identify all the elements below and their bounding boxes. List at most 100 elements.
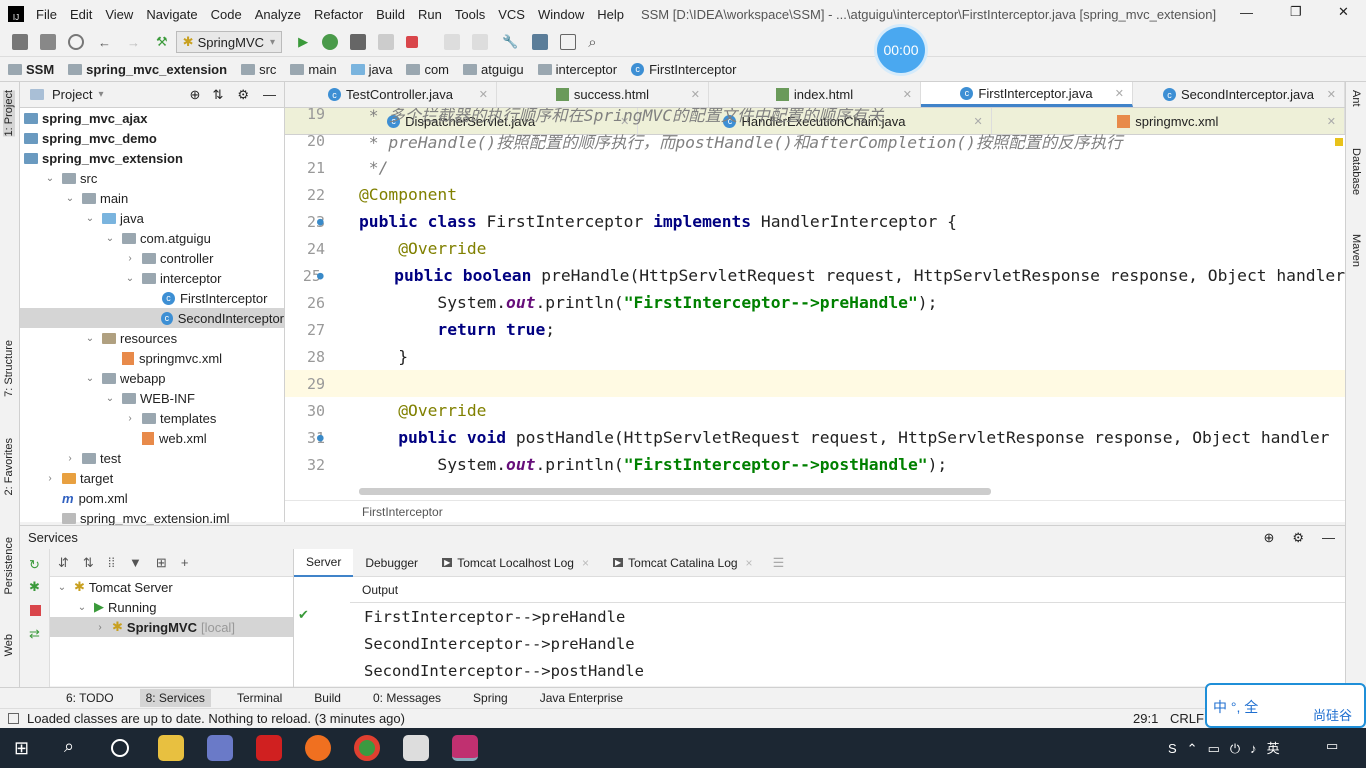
chevron-down-icon[interactable]: ⌄ [84, 213, 96, 224]
collapse-all-icon[interactable]: ⇅ [212, 87, 223, 103]
chevron-down-icon[interactable]: ⌄ [84, 333, 96, 344]
add-icon[interactable]: + [181, 555, 189, 570]
menu-icon[interactable]: ☰ [773, 555, 785, 571]
breadcrumb-item[interactable]: c FirstInterceptor [631, 62, 737, 77]
locate-icon[interactable]: ⊕ [190, 87, 201, 103]
tree-item[interactable]: ⌄ WEB-INF [20, 388, 284, 408]
run-icon[interactable]: ▶ [298, 34, 308, 50]
close-icon[interactable]: × [746, 556, 753, 570]
gear-icon[interactable]: ⚙ [237, 87, 249, 103]
debug-icon[interactable]: ✱ [29, 579, 49, 595]
implements-gutter-icon[interactable]: ● [317, 215, 324, 228]
tab-firstinterceptor-java[interactable]: c FirstInterceptor.java ✕ [921, 82, 1133, 107]
tree-item[interactable]: ⌄ resources [20, 328, 284, 348]
code-line[interactable]: 27 return true; [285, 316, 1345, 343]
tree-item[interactable]: ⌄ com.atguigu [20, 228, 284, 248]
save-icon[interactable] [40, 34, 56, 50]
code-line[interactable]: 22 @Component [285, 181, 1345, 208]
intellij-taskbar-icon[interactable] [452, 735, 478, 761]
typora-icon[interactable] [403, 735, 429, 761]
ime-toolbar[interactable]: 中 °, 全 尚硅谷 [1205, 683, 1366, 728]
menu-code[interactable]: Code [211, 7, 242, 22]
tree-running[interactable]: ⌄ ▶ Running [50, 597, 293, 617]
menu-build[interactable]: Build [376, 7, 405, 22]
code-line[interactable]: 28 } [285, 343, 1345, 370]
windows-start-icon[interactable]: ⊞ [14, 738, 29, 759]
terminal-window-icon[interactable] [560, 34, 577, 50]
close-icon[interactable]: × [582, 556, 589, 570]
code-area[interactable]: 19 * 多个拦截器的执行顺序和在SpringMVC的配置文件中配置的顺序有关 2… [285, 108, 1345, 473]
tree-item[interactable]: springmvc.xml [20, 348, 284, 368]
tool-tab-terminal[interactable]: Terminal [231, 689, 288, 707]
editor-breadcrumb-item[interactable]: FirstInterceptor [362, 505, 443, 519]
gear-icon[interactable]: ⚙ [1292, 530, 1304, 545]
deploy-icon[interactable]: ⇄ [29, 626, 49, 642]
status-message[interactable]: Loaded classes are up to date. Nothing t… [27, 711, 405, 726]
editor-scrollbar[interactable] [1335, 135, 1343, 395]
search-icon[interactable]: ⌕ [588, 34, 596, 51]
firefox-icon[interactable] [305, 735, 331, 761]
menu-tools[interactable]: Tools [455, 7, 485, 22]
tree-item[interactable]: ⌄ main [20, 188, 284, 208]
breadcrumb-item[interactable]: atguigu [463, 62, 524, 77]
open-icon[interactable] [12, 34, 28, 50]
stripe-web[interactable]: Web [3, 634, 15, 656]
build-hammer-icon[interactable]: ⚒ [156, 34, 168, 50]
tree-tomcat-server[interactable]: ⌄ ✱ Tomcat Server [50, 577, 293, 597]
menu-file[interactable]: File [36, 7, 57, 22]
rerun-icon[interactable]: ↻ [29, 557, 49, 573]
tab-tomcat-catalina-log[interactable]: ▶ Tomcat Catalina Log × [601, 549, 765, 577]
breadcrumb-item[interactable]: main [290, 62, 337, 77]
stripe-database[interactable]: Database [1350, 148, 1362, 195]
maximize-button[interactable]: ❐ [1290, 4, 1302, 20]
chevron-down-icon[interactable]: ⌄ [104, 393, 116, 404]
caret-position[interactable]: 29:1 [1133, 711, 1158, 726]
breadcrumb-item[interactable]: java [350, 62, 392, 77]
tool-tab-java-enterprise[interactable]: Java Enterprise [534, 689, 629, 707]
code-line[interactable]: 32 System. out .println("FirstInterceptor-… [285, 451, 1345, 473]
code-line[interactable]: 20 * preHandle()按照配置的顺序执行，而postHandle()和… [285, 127, 1345, 154]
project-view-select[interactable]: Project [52, 87, 92, 102]
code-line[interactable]: 19 * 多个拦截器的执行顺序和在SpringMVC的配置文件中配置的顺序有关 [285, 108, 1345, 127]
youdao-icon[interactable] [256, 735, 282, 761]
profile-icon[interactable] [378, 34, 395, 50]
code-line[interactable]: 30 @Override [285, 397, 1345, 424]
tool-tab-0-messages[interactable]: 0: Messages [367, 689, 447, 707]
sync-icon[interactable] [68, 34, 84, 50]
tab-testcontroller-java[interactable]: c TestController.java ✕ [285, 82, 497, 107]
code-line[interactable]: 29 [285, 370, 1345, 397]
task-view-icon[interactable] [111, 739, 129, 757]
chevron-down-icon[interactable]: ⌄ [104, 233, 116, 244]
tree-item[interactable]: c FirstInterceptor [20, 288, 284, 308]
stripe-structure[interactable]: 7: Structure [3, 340, 15, 397]
filter-icon[interactable]: ▼ [129, 555, 142, 570]
menu-refactor[interactable]: Refactor [314, 7, 363, 22]
debug-icon[interactable] [322, 34, 339, 50]
stop-icon[interactable] [406, 36, 419, 48]
chevron-right-icon[interactable]: › [64, 453, 76, 464]
hide-icon[interactable]: — [1322, 530, 1335, 545]
tree-item[interactable]: › templates [20, 408, 284, 428]
new-tab-icon[interactable]: ⊞ [156, 555, 167, 571]
tree-item[interactable]: spring_mvc_demo [20, 128, 284, 148]
breadcrumb-item[interactable]: SSM [8, 62, 54, 77]
tab-server[interactable]: Server [294, 548, 354, 577]
attach-icon[interactable] [472, 34, 489, 50]
tool-tab-spring[interactable]: Spring [467, 689, 514, 707]
menu-navigate[interactable]: Navigate [146, 7, 197, 22]
collapse-all-icon[interactable]: ⇅ [83, 555, 94, 571]
inspection-ok-icon[interactable] [1335, 138, 1343, 146]
tab-debugger[interactable]: Debugger [353, 549, 430, 577]
group-icon[interactable]: ⁞⁞ [108, 555, 115, 570]
horizontal-scrollbar[interactable] [359, 488, 991, 495]
stripe-favorites[interactable]: 2: Favorites [3, 438, 15, 495]
breadcrumb-item[interactable]: spring_mvc_extension [68, 62, 227, 77]
tree-item[interactable]: › controller [20, 248, 284, 268]
tree-item[interactable]: ⌄ webapp [20, 368, 284, 388]
menu-window[interactable]: Window [538, 7, 584, 22]
code-line[interactable]: 26 System. out .println("FirstInterceptor-… [285, 289, 1345, 316]
coverage-icon[interactable] [350, 34, 367, 50]
chevron-right-icon[interactable]: › [44, 473, 56, 484]
menu-view[interactable]: View [105, 7, 133, 22]
chrome-icon[interactable] [354, 735, 380, 761]
